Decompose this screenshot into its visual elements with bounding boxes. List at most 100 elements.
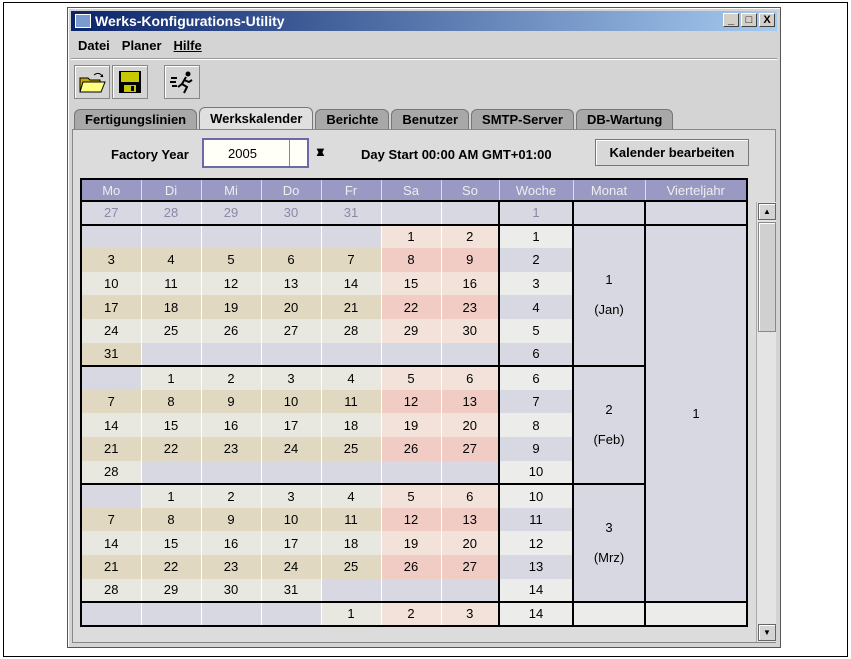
- day-cell[interactable]: 10: [261, 507, 322, 532]
- day-cell[interactable]: 24: [261, 436, 322, 461]
- day-cell[interactable]: 30: [441, 318, 500, 343]
- day-cell[interactable]: 5: [381, 365, 442, 390]
- day-cell[interactable]: 11: [321, 507, 382, 532]
- menu-datei[interactable]: Datei: [78, 38, 110, 53]
- day-cell[interactable]: 27: [441, 436, 500, 461]
- day-cell[interactable]: 28: [81, 460, 142, 485]
- day-cell[interactable]: 1: [141, 365, 202, 390]
- day-cell[interactable]: 16: [441, 271, 500, 296]
- tab-smtp-server[interactable]: SMTP-Server: [471, 109, 574, 130]
- day-cell[interactable]: 23: [201, 436, 262, 461]
- tab-fertigungslinien[interactable]: Fertigungslinien: [74, 109, 198, 130]
- day-cell[interactable]: 9: [201, 507, 262, 532]
- day-cell[interactable]: 17: [261, 531, 322, 555]
- scroll-thumb[interactable]: [758, 222, 776, 332]
- day-cell[interactable]: 5: [381, 483, 442, 508]
- day-cell[interactable]: 24: [261, 554, 322, 579]
- day-cell[interactable]: 27: [441, 554, 500, 579]
- day-cell[interactable]: 14: [81, 413, 142, 437]
- day-cell[interactable]: 9: [441, 248, 500, 272]
- day-cell[interactable]: 20: [261, 295, 322, 319]
- day-cell[interactable]: 15: [141, 531, 202, 555]
- day-cell[interactable]: 21: [81, 436, 142, 461]
- day-cell[interactable]: 13: [441, 507, 500, 532]
- day-cell[interactable]: 3: [261, 365, 322, 390]
- day-cell[interactable]: 4: [321, 483, 382, 508]
- day-cell[interactable]: 1: [141, 483, 202, 508]
- spin-down-icon[interactable]: ▼: [314, 145, 327, 158]
- day-cell[interactable]: 13: [261, 271, 322, 296]
- vertical-scrollbar[interactable]: ▲ ▼: [756, 202, 776, 642]
- tab-berichte[interactable]: Berichte: [315, 109, 390, 130]
- day-cell[interactable]: 19: [381, 413, 442, 437]
- day-cell[interactable]: 31: [81, 342, 142, 367]
- scroll-up-button[interactable]: ▲: [758, 203, 776, 220]
- day-cell[interactable]: 29: [141, 578, 202, 603]
- day-cell[interactable]: 17: [81, 295, 142, 319]
- day-cell[interactable]: 25: [321, 436, 382, 461]
- day-cell[interactable]: 6: [441, 365, 500, 390]
- day-cell[interactable]: 8: [381, 248, 442, 272]
- factory-year-value[interactable]: 2005: [228, 146, 257, 161]
- day-cell[interactable]: 5: [201, 248, 262, 272]
- day-cell[interactable]: 31: [261, 578, 322, 603]
- open-button[interactable]: [74, 65, 110, 99]
- day-cell[interactable]: 4: [141, 248, 202, 272]
- day-cell[interactable]: 21: [321, 295, 382, 319]
- day-cell[interactable]: 7: [81, 507, 142, 532]
- day-cell[interactable]: 15: [381, 271, 442, 296]
- day-cell[interactable]: 14: [321, 271, 382, 296]
- day-cell[interactable]: 13: [441, 389, 500, 414]
- day-cell[interactable]: 18: [141, 295, 202, 319]
- save-button[interactable]: [112, 65, 148, 99]
- maximize-button[interactable]: □: [741, 13, 757, 27]
- day-cell[interactable]: 16: [201, 531, 262, 555]
- day-cell[interactable]: 22: [141, 436, 202, 461]
- day-cell[interactable]: 27: [261, 318, 322, 343]
- day-cell[interactable]: 25: [141, 318, 202, 343]
- tab-werkskalender[interactable]: Werkskalender: [199, 107, 314, 130]
- day-cell[interactable]: 12: [381, 507, 442, 532]
- tab-db-wartung[interactable]: DB-Wartung: [575, 109, 674, 130]
- day-cell[interactable]: 22: [141, 554, 202, 579]
- day-cell[interactable]: 23: [201, 554, 262, 579]
- day-cell[interactable]: 3: [261, 483, 322, 508]
- day-cell[interactable]: 19: [381, 531, 442, 555]
- close-button[interactable]: X: [759, 13, 775, 27]
- menu-planer[interactable]: Planer: [122, 38, 162, 53]
- day-cell[interactable]: 26: [201, 318, 262, 343]
- day-cell[interactable]: 25: [321, 554, 382, 579]
- factory-year-spinner[interactable]: 2005 ▲ ▼: [202, 138, 327, 168]
- day-cell[interactable]: 3: [81, 248, 142, 272]
- day-cell[interactable]: 8: [141, 389, 202, 414]
- day-cell[interactable]: 7: [321, 248, 382, 272]
- day-cell[interactable]: 29: [381, 318, 442, 343]
- day-cell[interactable]: 12: [381, 389, 442, 414]
- day-cell[interactable]: 26: [381, 554, 442, 579]
- day-cell[interactable]: 11: [321, 389, 382, 414]
- day-cell[interactable]: 18: [321, 531, 382, 555]
- day-cell[interactable]: 7: [81, 389, 142, 414]
- day-cell[interactable]: 30: [201, 578, 262, 603]
- day-cell[interactable]: 3: [441, 601, 500, 626]
- kalender-bearbeiten-button[interactable]: Kalender bearbeiten: [595, 139, 749, 166]
- day-cell[interactable]: 20: [441, 531, 500, 555]
- day-cell[interactable]: 10: [261, 389, 322, 414]
- day-cell[interactable]: 2: [201, 483, 262, 508]
- day-cell[interactable]: 2: [201, 365, 262, 390]
- day-cell[interactable]: 8: [141, 507, 202, 532]
- day-cell[interactable]: 17: [261, 413, 322, 437]
- day-cell[interactable]: 12: [201, 271, 262, 296]
- day-cell[interactable]: 26: [381, 436, 442, 461]
- day-cell[interactable]: 2: [381, 601, 442, 626]
- day-cell[interactable]: 28: [81, 578, 142, 603]
- day-cell[interactable]: 9: [201, 389, 262, 414]
- day-cell[interactable]: 1: [381, 223, 442, 249]
- scroll-down-button[interactable]: ▼: [758, 624, 776, 641]
- menu-hilfe[interactable]: Hilfe: [174, 38, 202, 53]
- day-cell[interactable]: 2: [441, 223, 500, 249]
- day-cell[interactable]: 10: [81, 271, 142, 296]
- day-cell[interactable]: 21: [81, 554, 142, 579]
- minimize-button[interactable]: _: [723, 13, 739, 27]
- run-button[interactable]: [164, 65, 200, 99]
